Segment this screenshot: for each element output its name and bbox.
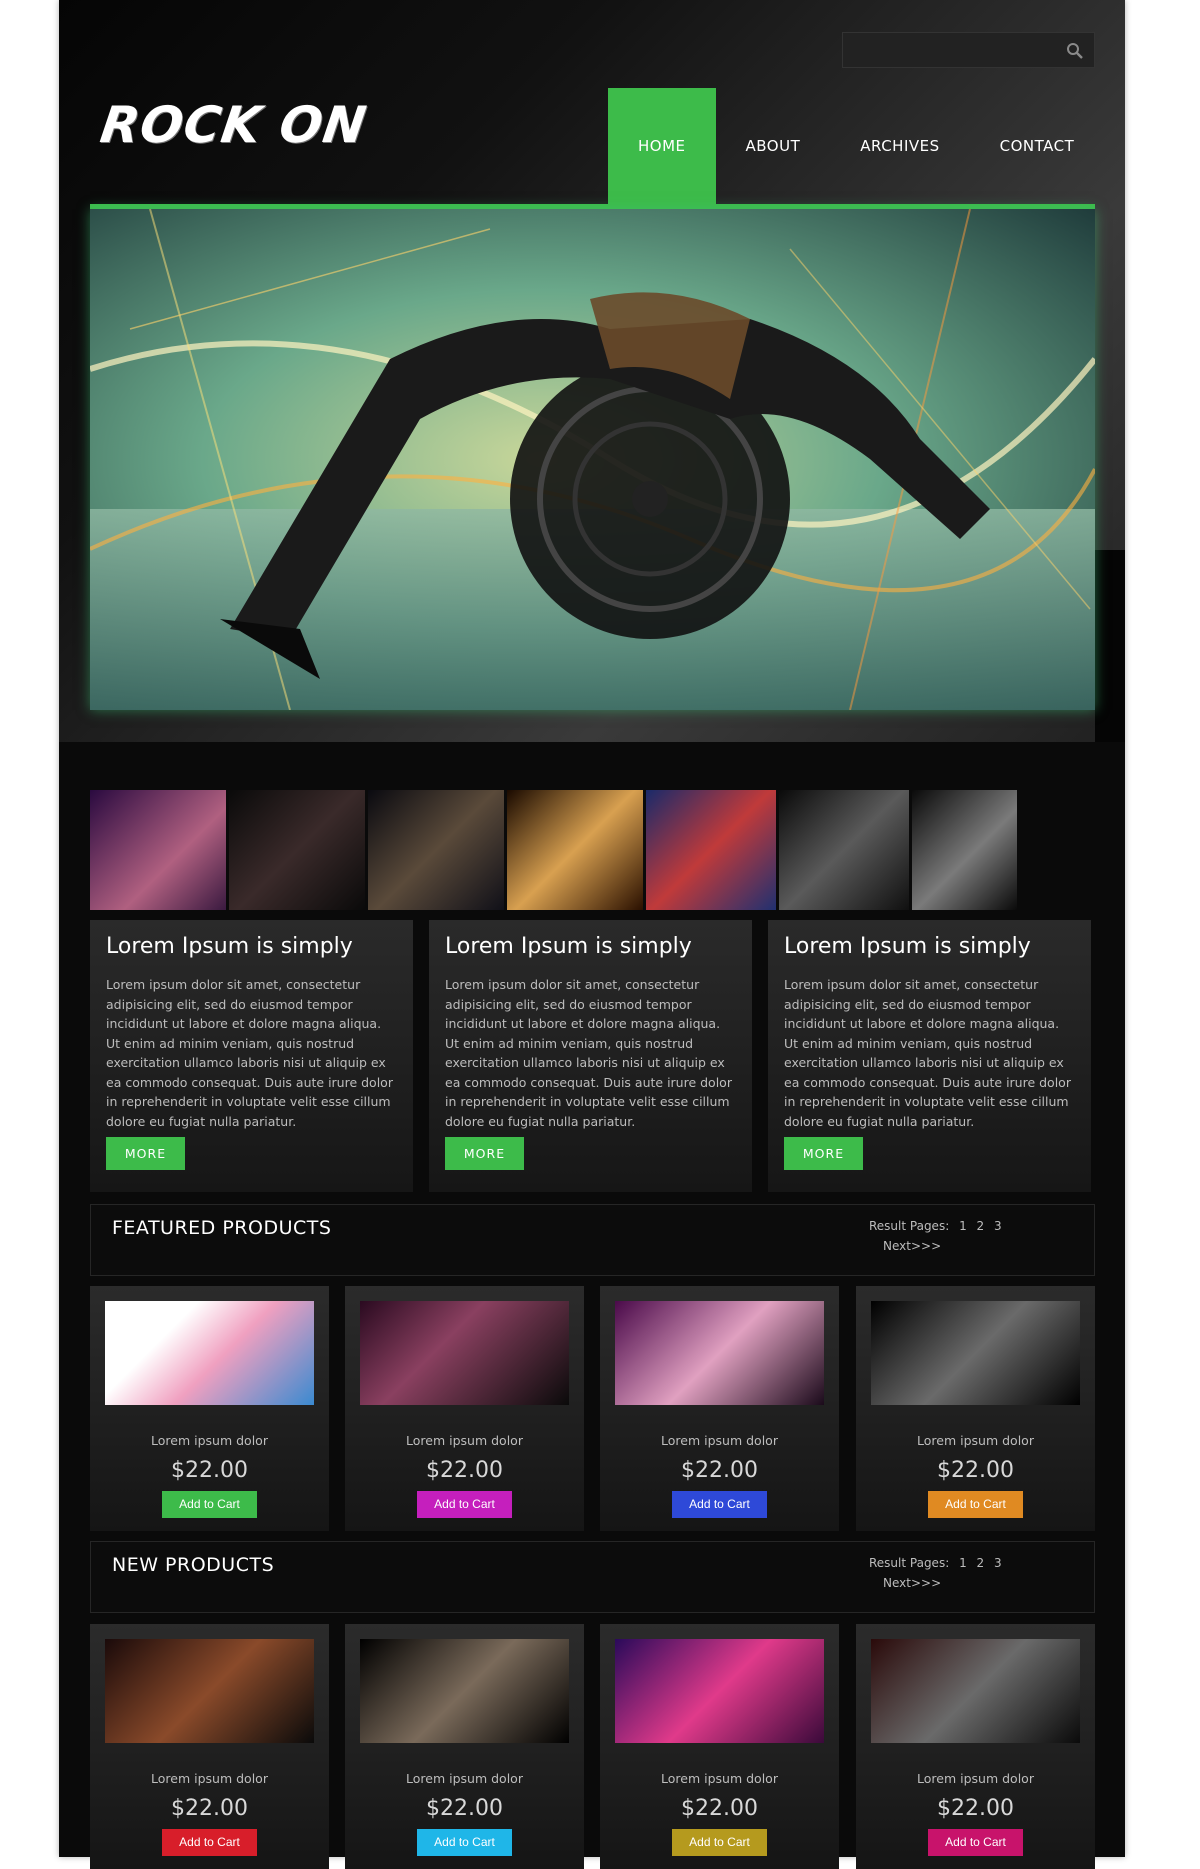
product-card: Lorem ipsum dolor $22.00 Add to Cart bbox=[345, 1286, 584, 1531]
more-button[interactable]: MORE bbox=[106, 1137, 185, 1170]
new-products-header: NEW PRODUCTS Result Pages: 1 2 3 Next>>> bbox=[90, 1541, 1095, 1613]
thumbnail-2[interactable] bbox=[229, 790, 365, 910]
hero-banner bbox=[90, 209, 1095, 710]
product-name: Lorem ipsum dolor bbox=[406, 1771, 523, 1786]
featured-header: FEATURED PRODUCTS Result Pages: 1 2 3 Ne… bbox=[90, 1204, 1095, 1276]
nav-contact[interactable]: CONTACT bbox=[970, 88, 1105, 204]
next-link[interactable]: Next>>> bbox=[883, 1576, 1002, 1590]
page-link-3[interactable]: 3 bbox=[994, 1556, 1002, 1570]
product-price: $22.00 bbox=[937, 1458, 1014, 1483]
info-column: Lorem Ipsum is simply Lorem ipsum dolor … bbox=[429, 920, 752, 1192]
thumbnail-6[interactable] bbox=[779, 790, 909, 910]
pagination: Result Pages: 1 2 3 Next>>> bbox=[869, 1556, 1002, 1590]
page-link-2[interactable]: 2 bbox=[977, 1556, 985, 1570]
info-column: Lorem Ipsum is simply Lorem ipsum dolor … bbox=[90, 920, 413, 1192]
product-card: Lorem ipsum dolor $22.00 Add to Cart bbox=[856, 1624, 1095, 1869]
more-button[interactable]: MORE bbox=[445, 1137, 524, 1170]
product-name: Lorem ipsum dolor bbox=[151, 1771, 268, 1786]
product-image[interactable] bbox=[360, 1639, 569, 1743]
product-price: $22.00 bbox=[681, 1796, 758, 1821]
page-link-3[interactable]: 3 bbox=[994, 1219, 1002, 1233]
add-to-cart-button[interactable]: Add to Cart bbox=[672, 1491, 767, 1518]
pager-label: Result Pages: bbox=[869, 1556, 950, 1570]
product-image[interactable] bbox=[105, 1639, 314, 1743]
more-button[interactable]: MORE bbox=[784, 1137, 863, 1170]
product-image[interactable] bbox=[615, 1639, 824, 1743]
thumbnail-strip bbox=[90, 790, 1017, 910]
thumbnail-4[interactable] bbox=[507, 790, 643, 910]
product-price: $22.00 bbox=[171, 1458, 248, 1483]
product-price: $22.00 bbox=[426, 1796, 503, 1821]
product-name: Lorem ipsum dolor bbox=[661, 1433, 778, 1448]
product-card: Lorem ipsum dolor $22.00 Add to Cart bbox=[600, 1624, 839, 1869]
product-card: Lorem ipsum dolor $22.00 Add to Cart bbox=[90, 1286, 329, 1531]
add-to-cart-button[interactable]: Add to Cart bbox=[417, 1829, 512, 1856]
thumbnail-3[interactable] bbox=[368, 790, 504, 910]
add-to-cart-button[interactable]: Add to Cart bbox=[162, 1829, 257, 1856]
pager-label: Result Pages: bbox=[869, 1219, 950, 1233]
site-logo[interactable]: ROCK ON bbox=[97, 96, 370, 154]
info-column: Lorem Ipsum is simply Lorem ipsum dolor … bbox=[768, 920, 1091, 1192]
product-price: $22.00 bbox=[681, 1458, 758, 1483]
product-name: Lorem ipsum dolor bbox=[917, 1433, 1034, 1448]
product-card: Lorem ipsum dolor $22.00 Add to Cart bbox=[600, 1286, 839, 1531]
new-products: Lorem ipsum dolor $22.00 Add to Cart Lor… bbox=[90, 1624, 1095, 1869]
search-icon[interactable] bbox=[1066, 42, 1084, 60]
thumbnail-7[interactable] bbox=[912, 790, 1017, 910]
featured-products: Lorem ipsum dolor $22.00 Add to Cart Lor… bbox=[90, 1286, 1095, 1531]
product-card: Lorem ipsum dolor $22.00 Add to Cart bbox=[90, 1624, 329, 1869]
section-title: FEATURED PRODUCTS bbox=[112, 1217, 332, 1239]
thumbnail-1[interactable] bbox=[90, 790, 226, 910]
hero-image bbox=[90, 209, 1095, 710]
product-price: $22.00 bbox=[426, 1458, 503, 1483]
product-price: $22.00 bbox=[937, 1796, 1014, 1821]
nav-home[interactable]: HOME bbox=[608, 88, 716, 204]
column-title: Lorem Ipsum is simply bbox=[106, 934, 353, 959]
section-title: NEW PRODUCTS bbox=[112, 1554, 275, 1576]
page-link-1[interactable]: 1 bbox=[959, 1556, 967, 1570]
next-link[interactable]: Next>>> bbox=[883, 1239, 1002, 1253]
column-title: Lorem Ipsum is simply bbox=[445, 934, 692, 959]
nav-about[interactable]: ABOUT bbox=[716, 88, 831, 204]
header-stripe bbox=[1095, 550, 1125, 742]
product-image[interactable] bbox=[615, 1301, 824, 1405]
add-to-cart-button[interactable]: Add to Cart bbox=[928, 1491, 1023, 1518]
nav-archives[interactable]: ARCHIVES bbox=[830, 88, 969, 204]
thumbnail-5[interactable] bbox=[646, 790, 776, 910]
page-link-2[interactable]: 2 bbox=[977, 1219, 985, 1233]
product-name: Lorem ipsum dolor bbox=[661, 1771, 778, 1786]
info-columns: Lorem Ipsum is simply Lorem ipsum dolor … bbox=[90, 920, 1095, 1192]
product-name: Lorem ipsum dolor bbox=[917, 1771, 1034, 1786]
column-title: Lorem Ipsum is simply bbox=[784, 934, 1031, 959]
search-box bbox=[842, 32, 1095, 68]
product-image[interactable] bbox=[871, 1301, 1080, 1405]
page-container: ROCK ON HOME ABOUT ARCHIVES CONTACT Lore… bbox=[59, 0, 1125, 1869]
product-price: $22.00 bbox=[171, 1796, 248, 1821]
add-to-cart-button[interactable]: Add to Cart bbox=[928, 1829, 1023, 1856]
main-nav: HOME ABOUT ARCHIVES CONTACT bbox=[608, 88, 1104, 204]
product-card: Lorem ipsum dolor $22.00 Add to Cart bbox=[345, 1624, 584, 1869]
product-name: Lorem ipsum dolor bbox=[151, 1433, 268, 1448]
page-link-1[interactable]: 1 bbox=[959, 1219, 967, 1233]
column-body: Lorem ipsum dolor sit amet, consectetur … bbox=[784, 977, 1071, 1129]
product-image[interactable] bbox=[105, 1301, 314, 1405]
column-body: Lorem ipsum dolor sit amet, consectetur … bbox=[445, 977, 732, 1129]
search-input[interactable] bbox=[843, 33, 1073, 67]
add-to-cart-button[interactable]: Add to Cart bbox=[672, 1829, 767, 1856]
product-card: Lorem ipsum dolor $22.00 Add to Cart bbox=[856, 1286, 1095, 1531]
product-image[interactable] bbox=[360, 1301, 569, 1405]
product-name: Lorem ipsum dolor bbox=[406, 1433, 523, 1448]
header: ROCK ON HOME ABOUT ARCHIVES CONTACT bbox=[59, 0, 1125, 742]
product-image[interactable] bbox=[871, 1639, 1080, 1743]
add-to-cart-button[interactable]: Add to Cart bbox=[417, 1491, 512, 1518]
pagination: Result Pages: 1 2 3 Next>>> bbox=[869, 1219, 1002, 1253]
add-to-cart-button[interactable]: Add to Cart bbox=[162, 1491, 257, 1518]
column-body: Lorem ipsum dolor sit amet, consectetur … bbox=[106, 977, 393, 1129]
